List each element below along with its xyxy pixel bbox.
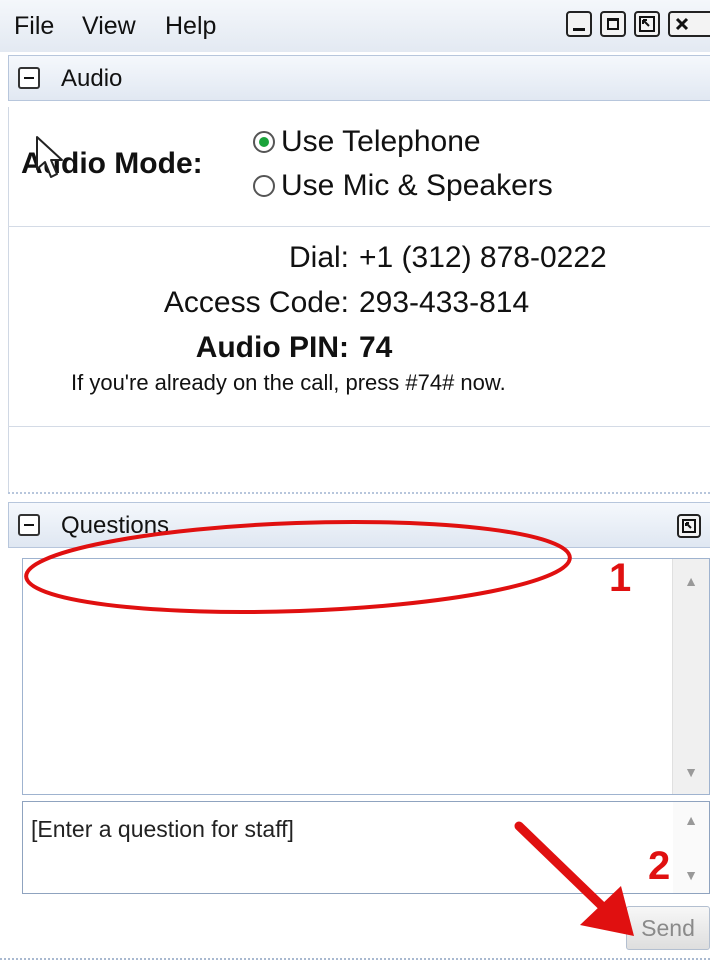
annotation-ellipse: [24, 520, 572, 614]
annotation-overlay: [24, 520, 634, 936]
annotation-arrow: [514, 821, 634, 936]
annotation-number-one: 1: [609, 556, 632, 600]
annotation-number-two: 2: [648, 844, 671, 888]
